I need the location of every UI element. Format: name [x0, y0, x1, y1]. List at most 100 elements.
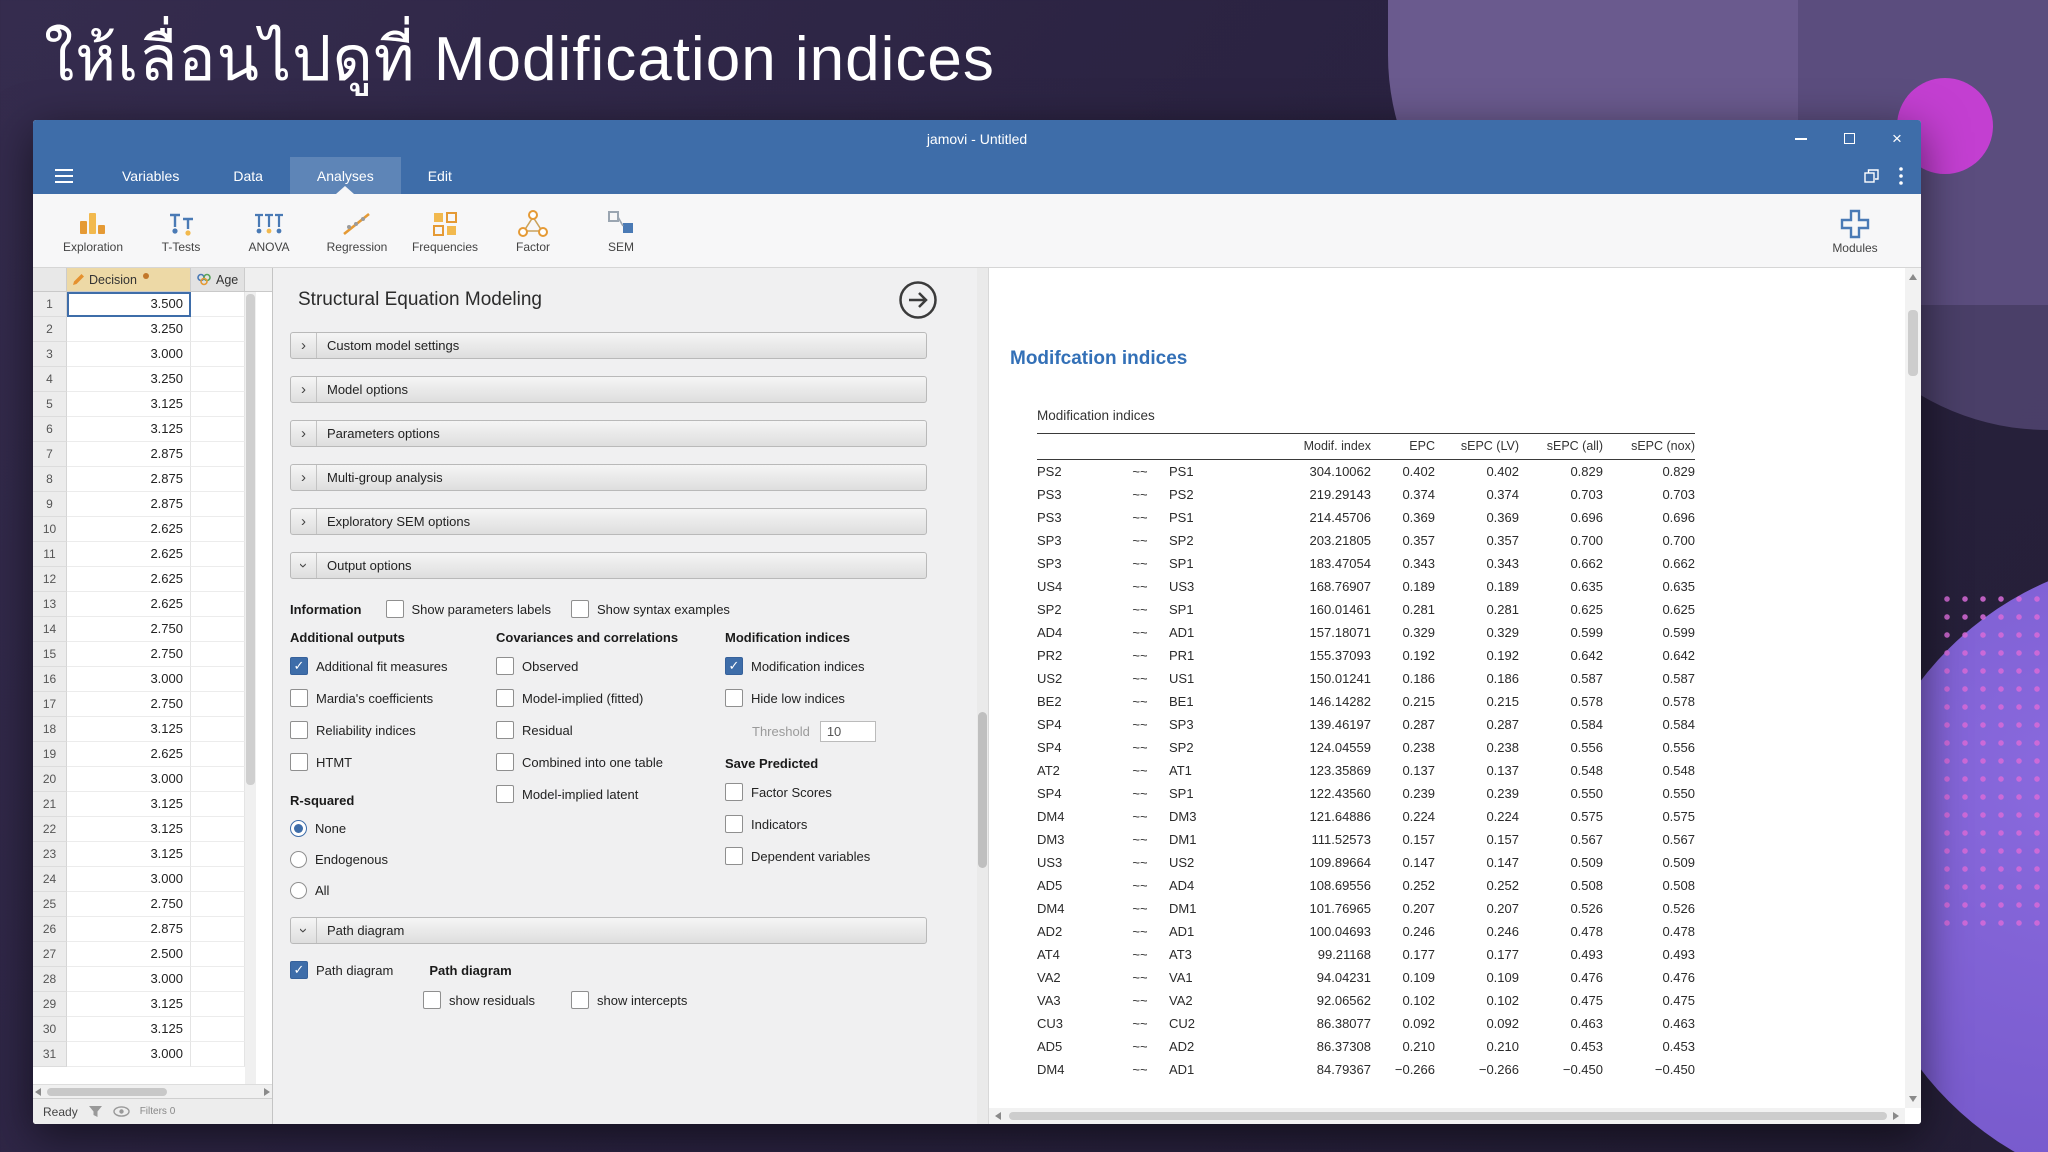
checkbox-hide-low-indices[interactable]: Hide low indices: [725, 689, 927, 707]
row-number[interactable]: 31: [33, 1042, 67, 1067]
cell-age[interactable]: [191, 717, 245, 742]
scroll-up-icon[interactable]: [1909, 274, 1917, 280]
cell-decision[interactable]: 3.000: [67, 767, 191, 792]
cell-decision[interactable]: 2.625: [67, 517, 191, 542]
row-number[interactable]: 28: [33, 967, 67, 992]
scrollbar-thumb[interactable]: [246, 294, 255, 786]
row-number[interactable]: 19: [33, 742, 67, 767]
cell-age[interactable]: [191, 992, 245, 1017]
cell-age[interactable]: [191, 292, 245, 317]
section-parameters-options[interactable]: Parameters options: [290, 420, 927, 447]
row-number[interactable]: 20: [33, 767, 67, 792]
section-model-options[interactable]: Model options: [290, 376, 927, 403]
results-horizontal-scrollbar[interactable]: [989, 1108, 1905, 1124]
row-number[interactable]: 24: [33, 867, 67, 892]
scroll-left-icon[interactable]: [35, 1087, 41, 1096]
cell-age[interactable]: [191, 542, 245, 567]
row-number[interactable]: 2: [33, 317, 67, 342]
cell-decision[interactable]: 2.875: [67, 492, 191, 517]
checkbox-additional-fit-measures[interactable]: Additional fit measures: [290, 657, 496, 675]
cell-age[interactable]: [191, 392, 245, 417]
scrollbar-thumb[interactable]: [1908, 310, 1918, 376]
row-number[interactable]: 13: [33, 592, 67, 617]
checkbox-residual[interactable]: Residual: [496, 721, 725, 739]
row-number[interactable]: 6: [33, 417, 67, 442]
cell-age[interactable]: [191, 842, 245, 867]
cell-age[interactable]: [191, 342, 245, 367]
row-number[interactable]: 11: [33, 542, 67, 567]
cell-age[interactable]: [191, 817, 245, 842]
cell-age[interactable]: [191, 942, 245, 967]
cell-decision[interactable]: 2.625: [67, 592, 191, 617]
hamburger-menu-button[interactable]: [33, 157, 95, 194]
cell-decision[interactable]: 3.250: [67, 317, 191, 342]
ribbon-anova-button[interactable]: ANOVA: [225, 208, 313, 254]
checkbox-combined-into-one-table[interactable]: Combined into one table: [496, 753, 725, 771]
cell-decision[interactable]: 3.125: [67, 717, 191, 742]
scrollbar-thumb[interactable]: [47, 1087, 167, 1096]
checkbox-model-implied-latent[interactable]: Model-implied latent: [496, 785, 725, 803]
cell-decision[interactable]: 3.125: [67, 792, 191, 817]
cell-age[interactable]: [191, 767, 245, 792]
cell-decision[interactable]: 2.875: [67, 917, 191, 942]
checkbox-modification-indices[interactable]: Modification indices: [725, 657, 927, 675]
cell-decision[interactable]: 2.500: [67, 942, 191, 967]
cell-age[interactable]: [191, 442, 245, 467]
ribbon-frequencies-button[interactable]: Frequencies: [401, 208, 489, 254]
cell-decision[interactable]: 3.000: [67, 867, 191, 892]
cell-age[interactable]: [191, 792, 245, 817]
row-number[interactable]: 4: [33, 367, 67, 392]
cell-age[interactable]: [191, 567, 245, 592]
cell-decision[interactable]: 3.125: [67, 392, 191, 417]
cell-age[interactable]: [191, 917, 245, 942]
filter-icon[interactable]: [88, 1105, 103, 1118]
scrollbar-thumb[interactable]: [1009, 1112, 1887, 1120]
cell-age[interactable]: [191, 417, 245, 442]
row-number[interactable]: 26: [33, 917, 67, 942]
column-header-age[interactable]: Age: [191, 268, 245, 291]
cell-age[interactable]: [191, 667, 245, 692]
radio-none[interactable]: None: [290, 820, 496, 837]
cell-age[interactable]: [191, 1017, 245, 1042]
section-path-diagram[interactable]: Path diagram: [290, 917, 927, 944]
cell-age[interactable]: [191, 967, 245, 992]
radio-all[interactable]: All: [290, 882, 496, 899]
cell-decision[interactable]: 2.750: [67, 892, 191, 917]
modules-button[interactable]: Modules: [1811, 207, 1899, 255]
ribbon-exploration-button[interactable]: Exploration: [49, 208, 137, 254]
cell-decision[interactable]: 2.750: [67, 642, 191, 667]
scroll-down-icon[interactable]: [1909, 1096, 1917, 1102]
minimize-button[interactable]: [1777, 120, 1825, 157]
scroll-left-icon[interactable]: [995, 1112, 1001, 1120]
row-number[interactable]: 3: [33, 342, 67, 367]
row-number[interactable]: 17: [33, 692, 67, 717]
cell-age[interactable]: [191, 642, 245, 667]
threshold-input[interactable]: 10: [819, 721, 876, 742]
checkbox-show-parameters-labels[interactable]: Show parameters labels: [385, 600, 551, 618]
cell-age[interactable]: [191, 692, 245, 717]
row-number[interactable]: 30: [33, 1017, 67, 1042]
section-output-options[interactable]: Output options: [290, 552, 927, 579]
cell-age[interactable]: [191, 467, 245, 492]
cell-age[interactable]: [191, 317, 245, 342]
cell-decision[interactable]: 2.625: [67, 542, 191, 567]
row-number[interactable]: 12: [33, 567, 67, 592]
row-number[interactable]: 1: [33, 292, 67, 317]
close-button[interactable]: ×: [1873, 120, 1921, 157]
section-multi-group-analysis[interactable]: Multi-group analysis: [290, 464, 927, 491]
cell-decision[interactable]: 3.125: [67, 817, 191, 842]
menu-tab-variables[interactable]: Variables: [95, 157, 206, 194]
ribbon-regression-button[interactable]: Regression: [313, 208, 401, 254]
row-number[interactable]: 9: [33, 492, 67, 517]
row-number[interactable]: 18: [33, 717, 67, 742]
checkbox-htmt[interactable]: HTMT: [290, 753, 496, 771]
row-number[interactable]: 23: [33, 842, 67, 867]
sheet-horizontal-scrollbar[interactable]: [33, 1084, 272, 1098]
maximize-button[interactable]: [1825, 120, 1873, 157]
checkbox-indicators[interactable]: Indicators: [725, 815, 927, 833]
ribbon-factor-button[interactable]: Factor: [489, 208, 577, 254]
cell-decision[interactable]: 3.125: [67, 1017, 191, 1042]
cell-decision[interactable]: 3.000: [67, 342, 191, 367]
section-exploratory-sem-options[interactable]: Exploratory SEM options: [290, 508, 927, 535]
row-number[interactable]: 27: [33, 942, 67, 967]
